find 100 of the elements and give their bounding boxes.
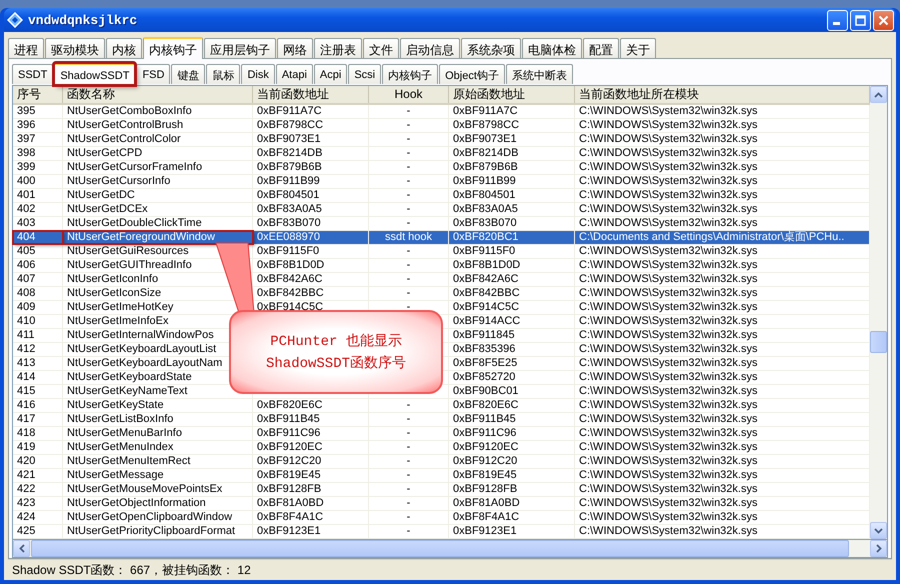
- table-row[interactable]: 397 NtUserGetControlColor 0xBF9073E1 - 0xBF9073E1 C:\WINDOWS\System32\win32k.sys: [13, 133, 870, 147]
- index-cell: 415: [13, 385, 63, 398]
- table-row[interactable]: 402 NtUserGetDCEx 0xBF83A0A5 - 0xBF83A0A5 C:\WINDOWS\System32\win32k.sys: [13, 203, 870, 217]
- tab[interactable]: 网络: [277, 38, 313, 58]
- address-cell: 0xBF8F4A1C: [253, 511, 369, 524]
- table-row[interactable]: 401 NtUserGetDC 0xBF804501 - 0xBF804501 C:\WINDOWS\System32\win32k.sys: [13, 189, 870, 203]
- scroll-up-button[interactable]: [870, 86, 887, 103]
- address-cell: 0xBF879B6B: [449, 161, 575, 174]
- tab[interactable]: SSDT: [12, 64, 54, 84]
- tab[interactable]: 关于: [620, 38, 656, 58]
- tab[interactable]: 进程: [8, 38, 44, 58]
- index-cell: 396: [13, 119, 63, 132]
- table-row[interactable]: 422 NtUserGetMouseMovePointsEx 0xBF9128FB - 0xBF9128FB C:\WINDOWS\System32\win32k.sys: [13, 483, 870, 497]
- table-row[interactable]: 396 NtUserGetControlBrush 0xBF8798CC - 0xBF8798CC C:\WINDOWS\System32\win32k.sys: [13, 119, 870, 133]
- tab[interactable]: 注册表: [314, 38, 362, 58]
- tab[interactable]: 文件: [363, 38, 399, 58]
- tab[interactable]: 系统杂项: [461, 38, 521, 58]
- hook-cell: -: [369, 511, 449, 524]
- maximize-button[interactable]: [850, 10, 871, 30]
- tab[interactable]: 内核: [106, 38, 142, 58]
- tab[interactable]: 电脑体检: [522, 38, 582, 58]
- table-row[interactable]: 418 NtUserGetMenuBarInfo 0xBF911C96 - 0xBF911C96 C:\WINDOWS\System32\win32k.sys: [13, 427, 870, 441]
- name-cell: NtUserGetComboBoxInfo: [63, 105, 253, 118]
- tab[interactable]: 内核钩子: [382, 64, 438, 84]
- table-row[interactable]: 424 NtUserGetOpenClipboardWindow 0xBF8F4A1C - 0xBF8F4A1C C:\WINDOWS\System32\win32k.sys: [13, 511, 870, 525]
- address-cell: 0xBF820E6C: [253, 399, 369, 412]
- name-cell: NtUserGetCursorInfo: [63, 175, 253, 188]
- column-header[interactable]: 原始函数地址: [449, 86, 575, 103]
- tab[interactable]: Scsi: [348, 64, 382, 84]
- table-row[interactable]: 417 NtUserGetListBoxInfo 0xBF911B45 - 0xBF911B45 C:\WINDOWS\System32\win32k.sys: [13, 413, 870, 427]
- address-cell: 0xBF911B99: [449, 175, 575, 188]
- tab[interactable]: 鼠标: [206, 64, 240, 84]
- name-cell: NtUserGetListBoxInfo: [63, 413, 253, 426]
- chevron-right-icon: [876, 544, 882, 553]
- hook-cell: ssdt hook: [369, 231, 449, 244]
- vertical-scrollbar[interactable]: [870, 86, 887, 539]
- table-row[interactable]: 399 NtUserGetCursorFrameInfo 0xBF879B6B - 0xBF879B6B C:\WINDOWS\System32\win32k.sys: [13, 161, 870, 175]
- address-cell: 0xBF9115F0: [449, 245, 575, 258]
- tab[interactable]: 系统中断表: [506, 64, 573, 84]
- tab[interactable]: 启动信息: [400, 38, 460, 58]
- close-button[interactable]: [873, 10, 894, 30]
- table-row[interactable]: 421 NtUserGetMessage 0xBF819E45 - 0xBF819E45 C:\WINDOWS\System32\win32k.sys: [13, 469, 870, 483]
- address-cell: 0xBF835396: [449, 343, 575, 356]
- hook-cell: -: [369, 133, 449, 146]
- address-cell: 0xBF9123E1: [449, 525, 575, 538]
- table-row[interactable]: 416 NtUserGetKeyState 0xBF820E6C - 0xBF820E6C C:\WINDOWS\System32\win32k.sys: [13, 399, 870, 413]
- tab[interactable]: FSD: [136, 64, 170, 84]
- scroll-down-button[interactable]: [870, 522, 887, 539]
- address-cell: 0xBF912C20: [449, 455, 575, 468]
- chevron-up-icon: [874, 92, 883, 98]
- column-header[interactable]: 当前函数地址: [253, 86, 369, 103]
- address-cell: 0xBF9123E1: [253, 525, 369, 538]
- address-cell: 0xBF8798CC: [449, 119, 575, 132]
- address-cell: 0xBF9128FB: [253, 483, 369, 496]
- table-row[interactable]: 395 NtUserGetComboBoxInfo 0xBF911A7C - 0xBF911A7C C:\WINDOWS\System32\win32k.sys: [13, 105, 870, 119]
- minimize-button[interactable]: [827, 10, 848, 30]
- name-cell: NtUserGetPriorityClipboardFormat: [63, 525, 253, 538]
- table-row[interactable]: 398 NtUserGetCPD 0xBF8214DB - 0xBF8214DB C:\WINDOWS\System32\win32k.sys: [13, 147, 870, 161]
- table-row[interactable]: 404 NtUserGetForegroundWindow 0xEE088970 ssdt hook 0xBF820BC1 C:\Documents and Settings\Administrator\桌面\PCHu..: [13, 231, 870, 245]
- table-row[interactable]: 400 NtUserGetCursorInfo 0xBF911B99 - 0xBF911B99 C:\WINDOWS\System32\win32k.sys: [13, 175, 870, 189]
- window-title: vndwdqnksjlkrc: [28, 12, 138, 28]
- table-row[interactable]: 419 NtUserGetMenuIndex 0xBF9120EC - 0xBF9120EC C:\WINDOWS\System32\win32k.sys: [13, 441, 870, 455]
- tab[interactable]: Acpi: [314, 64, 348, 84]
- name-cell: NtUserGetControlColor: [63, 133, 253, 146]
- column-header[interactable]: 函数名称: [63, 86, 253, 103]
- tab[interactable]: 配置: [583, 38, 619, 58]
- tab[interactable]: Object钩子: [439, 64, 505, 84]
- scroll-left-button[interactable]: [13, 540, 30, 557]
- name-cell: NtUserGetMouseMovePointsEx: [63, 483, 253, 496]
- table-row[interactable]: 420 NtUserGetMenuItemRect 0xBF912C20 - 0xBF912C20 C:\WINDOWS\System32\win32k.sys: [13, 455, 870, 469]
- tab[interactable]: Atapi: [276, 64, 313, 84]
- tab[interactable]: 驱动模块: [45, 38, 105, 58]
- tab[interactable]: 键盘: [171, 64, 206, 84]
- index-cell: 408: [13, 287, 63, 300]
- index-cell: 405: [13, 245, 63, 258]
- index-cell: 406: [13, 259, 63, 272]
- index-cell: 414: [13, 371, 63, 384]
- name-cell: NtUserGetMenuIndex: [63, 441, 253, 454]
- address-cell: 0xBF842A6C: [253, 273, 369, 286]
- address-cell: 0xBF819E45: [449, 469, 575, 482]
- tab[interactable]: 应用层钩子: [204, 38, 276, 58]
- address-cell: 0xEE088970: [253, 231, 369, 244]
- address-cell: 0xBF819E45: [253, 469, 369, 482]
- address-cell: 0xBF842BBC: [449, 287, 575, 300]
- address-cell: 0xBF83A0A5: [253, 203, 369, 216]
- address-cell: 0xBF9128FB: [449, 483, 575, 496]
- tab[interactable]: Disk: [241, 64, 275, 84]
- address-cell: 0xBF9120EC: [449, 441, 575, 454]
- chevron-left-icon: [18, 544, 24, 553]
- hook-cell: -: [369, 203, 449, 216]
- table-row[interactable]: 425 NtUserGetPriorityClipboardFormat 0xBF9123E1 - 0xBF9123E1 C:\WINDOWS\System32\win32k.sys: [13, 525, 870, 539]
- scroll-right-button[interactable]: [870, 540, 887, 557]
- tab[interactable]: 内核钩子: [143, 37, 203, 59]
- column-header[interactable]: 序号: [13, 86, 63, 103]
- scroll-thumb[interactable]: [870, 331, 887, 353]
- address-cell: 0xBF8214DB: [253, 147, 369, 160]
- tab[interactable]: ShadowSSDT: [54, 63, 136, 85]
- address-cell: 0xBF911845: [449, 329, 575, 342]
- column-header[interactable]: Hook: [369, 86, 449, 103]
- table-row[interactable]: 423 NtUserGetObjectInformation 0xBF81A0BD - 0xBF81A0BD C:\WINDOWS\System32\win32k.sys: [13, 497, 870, 511]
